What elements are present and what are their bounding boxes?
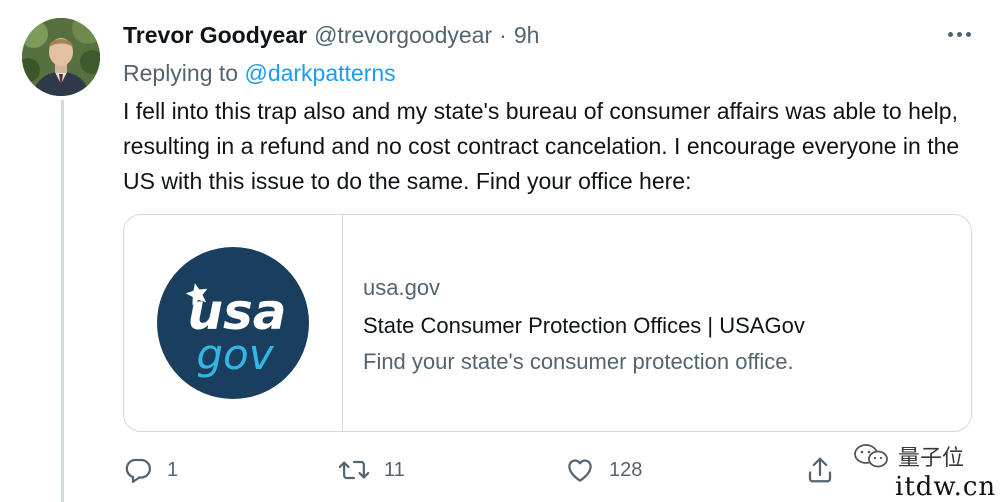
- replying-to: Replying to @darkpatterns: [123, 60, 396, 87]
- link-card[interactable]: usa gov usa.gov State Consumer Protectio…: [123, 214, 972, 432]
- retweet-count: 11: [384, 458, 405, 481]
- card-title[interactable]: State Consumer Protection Offices | USAG…: [363, 306, 805, 346]
- retweet-button[interactable]: 11: [338, 452, 405, 488]
- tweet-text: I fell into this trap also and my state'…: [123, 98, 960, 194]
- retweet-icon: [338, 460, 370, 480]
- user-handle[interactable]: @trevorgoodyear: [314, 22, 492, 49]
- timestamp[interactable]: 9h: [514, 22, 540, 49]
- like-button[interactable]: 128: [565, 452, 642, 488]
- chat-bubbles-icon: [854, 444, 888, 468]
- card-info: usa.gov State Consumer Protection Office…: [343, 215, 805, 431]
- like-count: 128: [609, 458, 643, 481]
- more-icon[interactable]: [942, 22, 976, 46]
- avatar[interactable]: [22, 18, 100, 96]
- thread-line: [61, 100, 64, 502]
- separator-dot: ·: [499, 21, 507, 48]
- usagov-logo: usa gov: [157, 247, 309, 399]
- reply-icon: [125, 458, 151, 483]
- action-bar: 1 11 128: [123, 452, 843, 488]
- card-description: Find your state's consumer protection of…: [363, 349, 794, 374]
- share-icon: [808, 457, 832, 483]
- reply-count: 1: [167, 458, 179, 481]
- card-thumbnail: usa gov: [124, 215, 343, 431]
- watermark-brand: 量子位: [852, 440, 964, 472]
- display-name[interactable]: Trevor Goodyear: [123, 22, 307, 49]
- watermark-site: itdw.cn: [895, 472, 997, 502]
- card-domain: usa.gov: [363, 275, 441, 300]
- share-button[interactable]: [805, 452, 835, 488]
- tweet: Trevor Goodyear @trevorgoodyear · 9h Rep…: [0, 0, 1000, 502]
- tweet-header: Trevor Goodyear @trevorgoodyear · 9h: [123, 20, 539, 50]
- reply-button[interactable]: 1: [123, 452, 178, 488]
- reply-mention-link[interactable]: @darkpatterns: [244, 60, 395, 86]
- watermark-brand-text: 量子位: [898, 445, 965, 470]
- logo-text-gov: gov: [196, 330, 274, 379]
- heart-icon: [568, 459, 592, 482]
- replying-prefix: Replying to: [123, 60, 245, 86]
